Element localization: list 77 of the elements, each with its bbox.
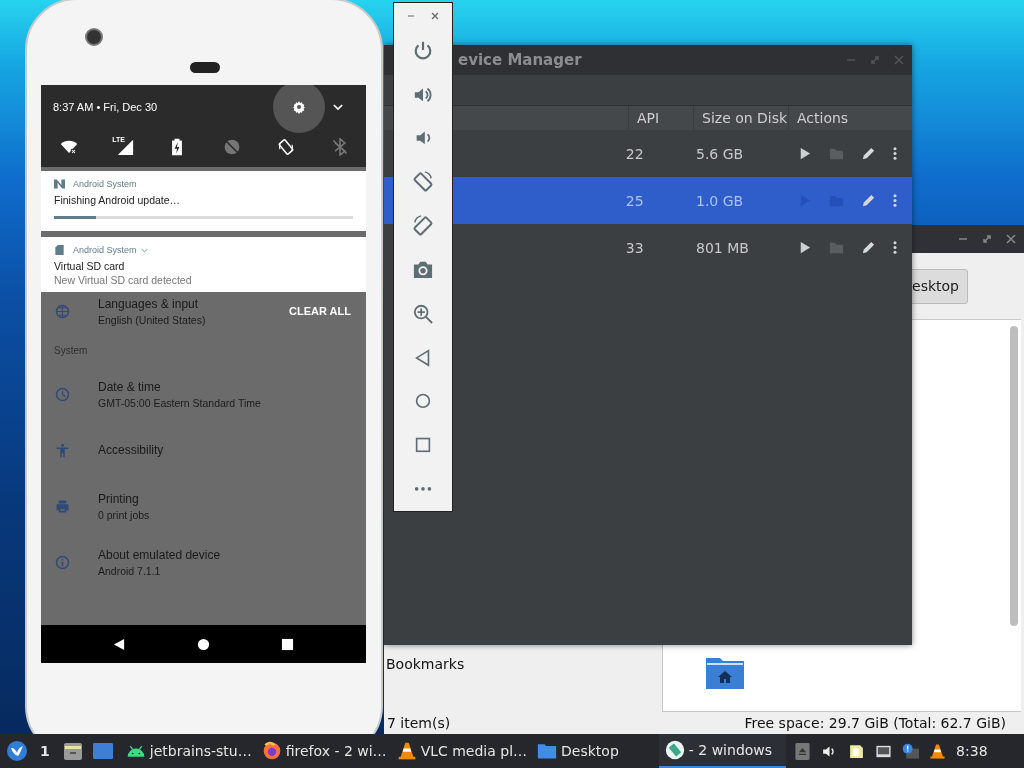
notification-card[interactable]: Android System Virtual SD card New Virtual SD card detected — [41, 237, 366, 292]
bookmarks-label: Bookmarks — [386, 656, 466, 672]
file-cabinet-icon[interactable] — [61, 740, 84, 762]
setting-subtitle: Android 7.1.1 — [98, 564, 162, 577]
device-row[interactable]: 22 5.6 GB — [384, 130, 912, 177]
rotate-tile[interactable] — [275, 137, 296, 157]
api-cell-text: 33 — [624, 239, 645, 256]
column-header[interactable]: Size on Disk — [693, 106, 788, 130]
folder-icon — [537, 741, 558, 761]
api-cell-text: 22 — [624, 145, 645, 162]
pencil-icon[interactable] — [861, 240, 877, 255]
pencil-icon[interactable] — [861, 146, 877, 161]
free-space-text: Free space: 29.7 GiB (Total: 62.7 GiB) — [744, 715, 1006, 731]
app-name: Android System — [73, 245, 137, 255]
clock[interactable]: 8:38 — [956, 743, 988, 759]
printer-icon — [55, 498, 70, 514]
home-icon[interactable] — [197, 637, 210, 651]
size-cell-text: 1.0 GB — [695, 192, 745, 209]
accessibility-icon — [55, 442, 70, 458]
traffic-cone-icon[interactable] — [929, 742, 947, 760]
clear-all-button[interactable]: CLEAR ALL — [289, 305, 351, 317]
task-button[interactable]: jetbrains-stu… — [121, 734, 256, 768]
clock-icon — [55, 386, 70, 402]
phone-app-icon — [664, 740, 685, 760]
section-header: System — [53, 344, 89, 358]
task-button[interactable]: firefox - 2 wi… — [257, 734, 391, 768]
column-header[interactable]: Actions — [788, 106, 908, 130]
notification-title: Finishing Android update… — [54, 194, 182, 206]
notification-title: Virtual SD card — [54, 260, 126, 272]
zoom-icon[interactable] — [412, 302, 434, 325]
power-icon[interactable] — [412, 39, 434, 62]
task-button[interactable]: Desktop — [533, 734, 623, 768]
notification-card[interactable]: Android System Finishing Android update… — [41, 171, 366, 231]
camera-icon — [85, 28, 103, 46]
more-icon[interactable] — [893, 146, 898, 161]
notification-text: New Virtual SD card detected — [54, 274, 193, 286]
notes-icon[interactable] — [848, 742, 866, 760]
recents-icon[interactable] — [281, 637, 295, 651]
size-cell-text: 5.6 GB — [695, 145, 745, 162]
settings-icon — [292, 100, 306, 114]
setting-subtitle: 0 print jobs — [98, 508, 150, 521]
close-icon[interactable] — [1006, 234, 1016, 244]
more-icon[interactable] — [893, 240, 898, 255]
item-count: 7 item(s) — [387, 715, 451, 731]
settings-button[interactable] — [273, 85, 325, 133]
browser-icon — [261, 741, 282, 761]
more-icon[interactable] — [893, 193, 898, 208]
window-title: evice Manager — [458, 51, 582, 69]
workspace-number[interactable]: 1 — [40, 743, 50, 759]
close-icon[interactable] — [430, 10, 440, 21]
android-n-icon — [54, 179, 65, 189]
device-row[interactable]: 33 801 MB — [384, 224, 912, 271]
speaker-slot — [190, 62, 220, 73]
globe-icon — [55, 304, 70, 319]
scrollbar[interactable] — [1007, 319, 1021, 712]
size-cell-text: 801 MB — [695, 239, 750, 256]
task-button[interactable]: VLC media pl… — [392, 734, 532, 768]
rotate-left-icon[interactable] — [412, 171, 434, 194]
column-header[interactable]: API — [628, 106, 693, 130]
window-icon[interactable] — [91, 740, 114, 762]
info-icon — [55, 554, 70, 570]
rotate-right-icon[interactable] — [412, 215, 434, 237]
app-name: Android System — [73, 179, 137, 189]
task-button[interactable]: - 2 windows — [658, 734, 787, 768]
setting-subtitle: English (United States) — [98, 314, 206, 326]
api-cell-text: 25 — [624, 192, 645, 209]
start-menu-icon[interactable] — [6, 740, 28, 762]
back-icon[interactable] — [112, 637, 126, 651]
date-time-text: 8:37 AM • Fri, Dec 30 — [53, 101, 158, 113]
path-button[interactable]: esktop — [909, 268, 968, 304]
eject-icon[interactable] — [794, 742, 812, 760]
notification-icon[interactable] — [902, 742, 920, 760]
sd-card-icon — [54, 245, 65, 255]
maximize-icon[interactable] — [982, 234, 992, 244]
setting-subtitle: GMT-05:00 Eastern Standard Time — [98, 396, 261, 409]
pencil-icon[interactable] — [861, 193, 877, 208]
traffic-cone-icon — [396, 741, 417, 761]
